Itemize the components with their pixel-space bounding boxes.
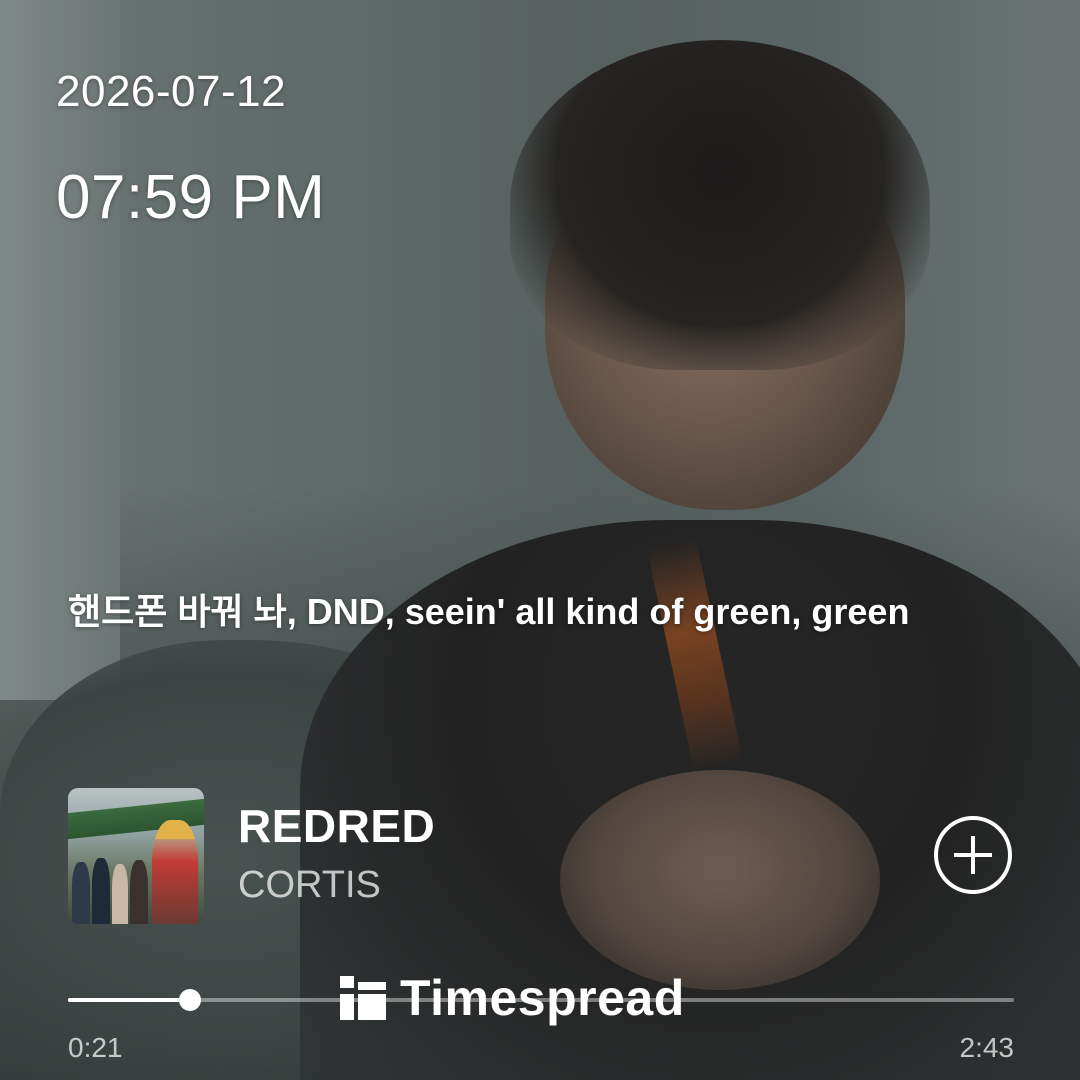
album-art-figure bbox=[72, 862, 90, 924]
elapsed-time: 0:21 bbox=[68, 1032, 123, 1063]
total-time: 2:43 bbox=[959, 1032, 1015, 1063]
progress-knob[interactable] bbox=[179, 989, 202, 1011]
timespread-logo-icon bbox=[340, 976, 386, 1020]
now-playing-card[interactable]: REDRED CORTIS bbox=[68, 788, 1012, 924]
story-overlay: 2026-07-12 07:59 PM 핸드폰 바꿔 놔, DND, seein… bbox=[0, 0, 1080, 1080]
lyric-text: 핸드폰 바꿔 놔, DND, seein' all kind of green,… bbox=[68, 591, 910, 632]
song-title: REDRED bbox=[238, 800, 436, 852]
date-label: 2026-07-12 bbox=[56, 67, 287, 116]
album-art-figure bbox=[152, 820, 198, 924]
artist-name: CORTIS bbox=[238, 864, 381, 906]
watermark-brand: Timespread bbox=[400, 970, 685, 1026]
album-art-figure bbox=[112, 864, 128, 924]
plus-circle-icon[interactable] bbox=[934, 816, 1012, 894]
album-art-figure bbox=[130, 860, 148, 924]
album-art-figure bbox=[92, 858, 110, 924]
watermark: Timespread bbox=[340, 970, 685, 1026]
progress-fill bbox=[68, 998, 191, 1002]
time-label: 07:59 PM bbox=[56, 163, 326, 232]
album-art[interactable] bbox=[68, 788, 204, 924]
